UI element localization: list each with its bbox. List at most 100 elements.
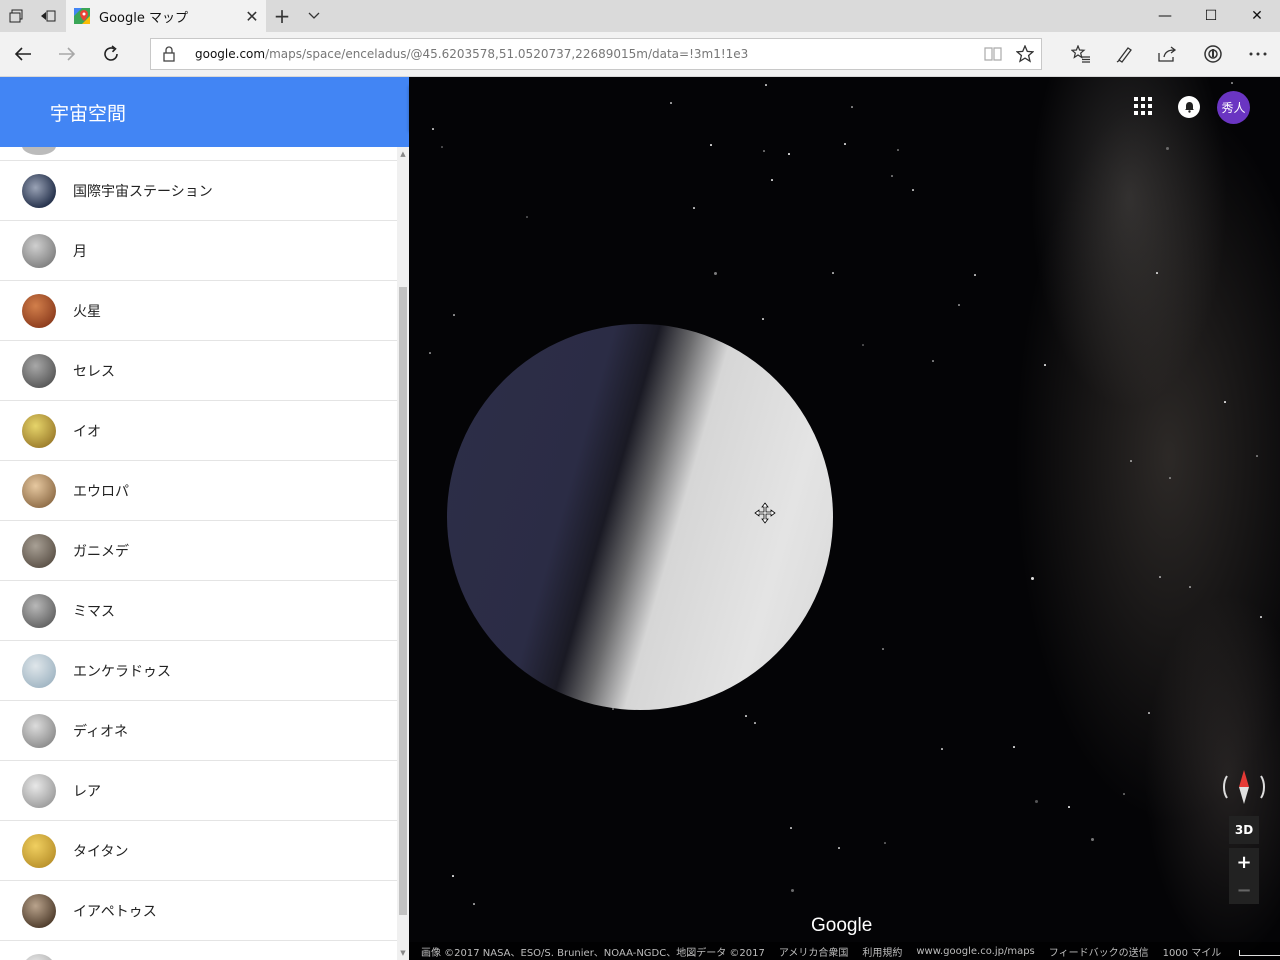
star	[1166, 147, 1169, 150]
star	[788, 153, 790, 155]
list-item-io[interactable]: イオ	[0, 401, 397, 461]
feedback-link[interactable]: フィードバックの送信	[1049, 944, 1149, 959]
new-tab-button[interactable]: +	[268, 0, 296, 32]
scale-bar	[1239, 949, 1280, 956]
star	[452, 875, 454, 877]
star	[1231, 82, 1233, 84]
web-note-pen-icon[interactable]	[1103, 32, 1147, 76]
url-domain: google.com	[195, 47, 266, 61]
list-item-ganymede[interactable]: ガニメデ	[0, 521, 397, 581]
3d-toggle-button[interactable]: 3D	[1229, 816, 1259, 844]
star	[1169, 477, 1171, 479]
scrollbar-thumb[interactable]	[399, 287, 407, 915]
tab-close-icon[interactable]: ✕	[238, 0, 266, 32]
compass-control[interactable]	[1220, 767, 1268, 807]
list-item-enceladus[interactable]: エンケラドゥス	[0, 641, 397, 701]
title-bar: Google マップ ✕ + — ☐ ✕	[0, 0, 1280, 32]
list-item-partial[interactable]	[0, 147, 397, 161]
moon-thumbnail	[22, 233, 56, 268]
favorite-star-icon[interactable]	[1009, 39, 1041, 69]
notification-bell-icon[interactable]	[1178, 96, 1200, 118]
back-button[interactable]	[1, 32, 45, 76]
address-bar[interactable]: google.com/maps/space/enceladus/@45.6203…	[150, 38, 1042, 70]
map-canvas[interactable]: 秀人 3D + − Google 画像 ©2017 NASA、ESO/S. Br…	[409, 77, 1280, 960]
list-item-titan[interactable]: タイタン	[0, 821, 397, 881]
star	[882, 648, 884, 650]
list-item-iapetus[interactable]: イアペトゥス	[0, 881, 397, 941]
star	[693, 207, 695, 209]
list-item-ceres[interactable]: セレス	[0, 341, 397, 401]
star	[526, 216, 528, 218]
zoom-control: + −	[1229, 848, 1259, 904]
star	[1189, 586, 1191, 588]
list-item-moon[interactable]: 月	[0, 221, 397, 281]
list-item-mars[interactable]: 火星	[0, 281, 397, 341]
minimize-button[interactable]: —	[1142, 0, 1188, 32]
list-item-label: 火星	[73, 303, 101, 320]
star	[1013, 746, 1015, 748]
star	[1044, 364, 1046, 366]
star	[429, 352, 431, 354]
google-maps-icon	[74, 8, 90, 24]
refresh-button[interactable]	[89, 32, 133, 76]
ganymede-thumbnail	[22, 533, 56, 568]
url-path: /maps/space/enceladus/@45.6203578,51.052…	[265, 47, 749, 61]
scale-label: 1000 マイル	[1162, 947, 1222, 959]
set-tabs-aside-icon[interactable]	[32, 0, 64, 32]
url-text[interactable]: google.com/maps/space/enceladus/@45.6203…	[187, 47, 977, 61]
attribution-text: 画像 ©2017 NASA、ESO/S. Brunier、NOAA-NGDC、地…	[421, 947, 765, 959]
close-window-button[interactable]: ✕	[1234, 0, 1280, 32]
reading-view-icon[interactable]	[977, 39, 1009, 69]
star	[745, 715, 747, 717]
star	[1260, 616, 1262, 618]
lock-icon[interactable]	[151, 39, 187, 69]
star	[670, 102, 672, 104]
europa-thumbnail	[22, 473, 56, 508]
favorites-hub-icon[interactable]	[1059, 32, 1103, 76]
list-item-rhea[interactable]: レア	[0, 761, 397, 821]
io-thumbnail	[22, 413, 56, 448]
extension-icon[interactable]	[1191, 32, 1235, 76]
list-item-label: エウロパ	[73, 483, 129, 500]
list-item-label: ディオネ	[73, 723, 129, 740]
tab-preview-chevron-icon[interactable]	[300, 0, 328, 32]
star	[791, 889, 794, 892]
more-menu-icon[interactable]	[1236, 32, 1280, 76]
terms-link[interactable]: 利用規約	[862, 944, 902, 959]
share-icon[interactable]	[1146, 32, 1190, 76]
star	[862, 344, 864, 346]
star	[762, 318, 764, 320]
zoom-out-button[interactable]: −	[1229, 876, 1259, 904]
google-logo: Google	[811, 915, 873, 936]
list-item-label: ガニメデ	[73, 543, 129, 560]
list-item-iss[interactable]: 国際宇宙ステーション	[0, 161, 397, 221]
scroll-up-icon[interactable]: ▲	[398, 149, 408, 159]
navigation-bar: google.com/maps/space/enceladus/@45.6203…	[0, 32, 1280, 77]
scale-indicator[interactable]: 1000 マイル	[1163, 944, 1280, 959]
scrollbar[interactable]: ▲ ▼	[397, 147, 409, 960]
tab-manager-icon[interactable]	[0, 0, 32, 32]
star	[1156, 272, 1158, 274]
list-item-europa[interactable]: エウロパ	[0, 461, 397, 521]
forward-button[interactable]	[45, 32, 89, 76]
maximize-button[interactable]: ☐	[1188, 0, 1234, 32]
tab-google-maps[interactable]: Google マップ ✕	[66, 0, 266, 32]
list-item-mimas[interactable]: ミマス	[0, 581, 397, 641]
star	[851, 106, 853, 108]
list-item-dione[interactable]: ディオネ	[0, 701, 397, 761]
apps-grid-icon[interactable]	[1134, 97, 1154, 117]
account-avatar[interactable]: 秀人	[1217, 91, 1250, 124]
star	[1130, 460, 1132, 462]
list-item-partial[interactable]	[0, 941, 397, 960]
scroll-down-icon[interactable]: ▼	[398, 948, 408, 958]
region-link[interactable]: アメリカ合衆国	[779, 944, 849, 959]
star	[790, 827, 792, 829]
star	[1031, 577, 1034, 580]
panel-title: 宇宙空間	[50, 102, 127, 125]
zoom-in-button[interactable]: +	[1229, 848, 1259, 876]
map-footer: 画像 ©2017 NASA、ESO/S. Brunier、NOAA-NGDC、地…	[409, 942, 1280, 960]
iss-thumbnail	[22, 173, 56, 208]
panel-header: 宇宙空間	[0, 77, 409, 147]
enceladus-thumbnail	[22, 653, 56, 688]
site-link[interactable]: www.google.co.jp/maps	[916, 946, 1034, 957]
